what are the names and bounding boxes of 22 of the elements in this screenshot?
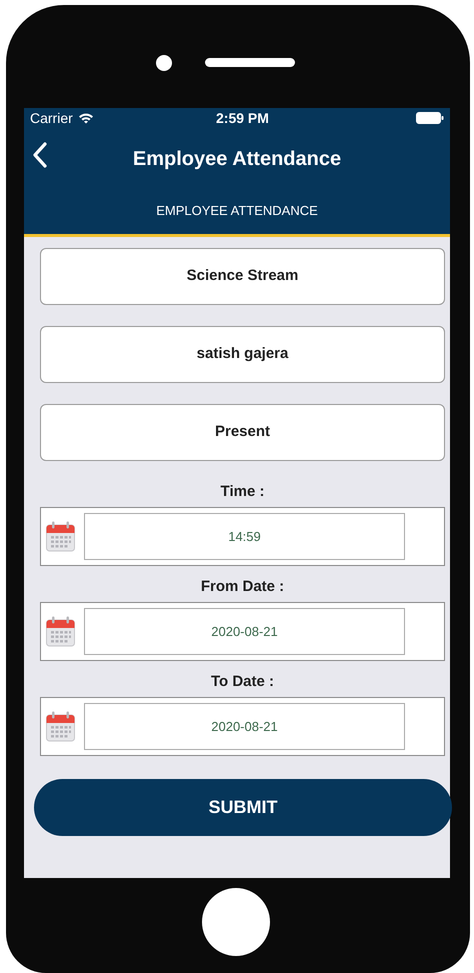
picker-field[interactable]: 2020-08-21 [84,703,405,750]
carrier-label: Carrier [30,108,73,128]
field-label: From Date : [200,576,286,597]
calendar-icon [46,711,75,742]
picker-field[interactable]: 14:59 [84,513,405,560]
field-label: Time : [220,482,266,502]
nav-title: Employee Attendance [132,147,342,172]
submit-button[interactable]: SUBMIT [34,779,452,836]
dropdown-field[interactable]: Science Stream [40,248,445,305]
wifi-icon [78,112,94,124]
back-button[interactable] [32,142,48,168]
section-header: EMPLOYEE ATTENDANCE [156,202,318,220]
dropdown-field[interactable]: satish gajera [40,326,445,383]
dropdown-field[interactable]: Present [40,404,445,461]
field-label: To Date : [210,672,276,692]
picker-field[interactable]: 2020-08-21 [84,608,405,655]
calendar-icon [46,616,75,647]
battery-icon [416,112,444,124]
calendar-icon [46,521,75,552]
front-camera [156,55,172,71]
clock-time: 2:59 PM [216,108,269,128]
back-chevron-icon [32,142,48,168]
